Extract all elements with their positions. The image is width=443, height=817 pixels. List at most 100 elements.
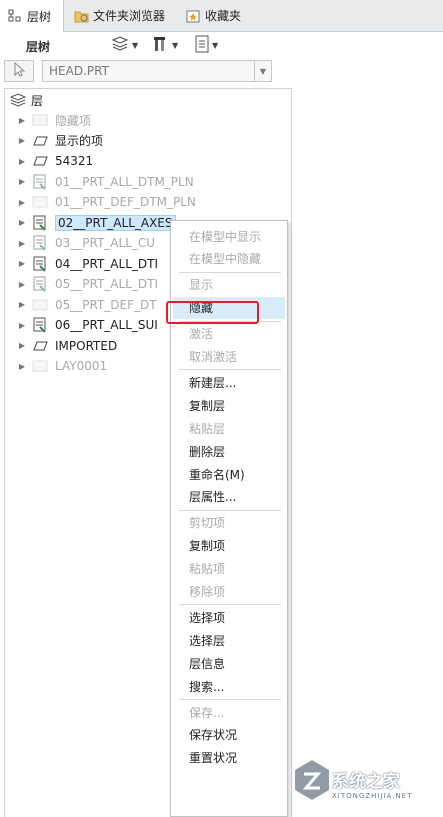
chevron-down-icon: ▼ <box>254 61 271 81</box>
context-menu-item[interactable]: 新建层... <box>173 371 285 393</box>
context-menu-item[interactable]: 保存... <box>173 701 285 723</box>
layer-row-label: 05__PRT_DEF_DT <box>55 297 157 312</box>
context-menu-item[interactable]: 删除层 <box>173 440 285 462</box>
expand-arrow-icon[interactable]: ▶ <box>17 239 27 248</box>
layer-row-label: 04__PRT_ALL_DTI <box>55 256 158 271</box>
context-menu-item[interactable]: 在模型中显示 <box>173 225 285 247</box>
layer-row[interactable]: ▶ 03__PRT_ALL_CU <box>17 233 155 253</box>
context-menu-item[interactable]: 层信息 <box>173 652 285 674</box>
context-menu-item[interactable]: 选择项 <box>173 606 285 628</box>
layer-row-label: 02__PRT_ALL_AXES <box>55 214 176 231</box>
layer-row[interactable]: ▶ 54321 <box>17 151 93 171</box>
layer-row-label: 01__PRT_ALL_DTM_PLN <box>55 174 194 189</box>
settings-list-icon <box>194 35 210 56</box>
context-menu-item[interactable]: 保存状况 <box>173 724 285 746</box>
tab-layer-tree[interactable]: 层树 <box>0 0 64 32</box>
expand-arrow-icon[interactable]: ▶ <box>17 116 27 125</box>
expand-arrow-icon[interactable]: ▶ <box>17 136 27 145</box>
tab-folder-browser[interactable]: 文件夹浏览器 <box>66 0 174 31</box>
chevron-down-icon: ▼ <box>212 40 219 50</box>
tab-label: 层树 <box>27 9 52 24</box>
layer-row-label: 06__PRT_ALL_SUI <box>55 318 158 332</box>
expand-arrow-icon[interactable]: ▶ <box>17 280 27 289</box>
layer-rule-icon <box>31 174 49 190</box>
context-menu-item[interactable]: 复制层 <box>173 394 285 416</box>
layer-flat-icon <box>31 339 49 353</box>
context-menu-item[interactable]: 层属性... <box>173 486 285 508</box>
layer-row[interactable]: ▶ 06__PRT_ALL_SUI <box>17 315 158 335</box>
context-menu-item[interactable]: 粘贴层 <box>173 417 285 439</box>
layer-gray-icon <box>31 195 49 209</box>
expand-arrow-icon[interactable]: ▶ <box>17 157 27 166</box>
layers-stack-icon <box>9 93 27 107</box>
toolbar-title: 层树 <box>26 40 51 54</box>
tools-menu-icon <box>152 35 170 56</box>
layers-menu-button[interactable]: ▼ <box>110 35 138 54</box>
layer-tree-icon <box>8 9 22 23</box>
expand-arrow-icon[interactable]: ▶ <box>17 218 27 227</box>
context-menu-item[interactable]: 取消激活 <box>173 346 285 368</box>
watermark-subtext: XITONGZHIJIA.NET <box>332 792 413 800</box>
layer-row-label: 54321 <box>55 154 94 168</box>
menu-separator <box>179 699 281 700</box>
highlight-annotation-box <box>166 301 259 324</box>
tab-label: 收藏夹 <box>205 9 242 23</box>
layer-rule-icon <box>31 317 49 333</box>
expand-arrow-icon[interactable]: ▶ <box>17 177 27 186</box>
context-menu-item[interactable]: 显示 <box>173 274 285 296</box>
expand-arrow-icon[interactable]: ▶ <box>17 259 27 268</box>
layer-flat-icon <box>31 134 49 148</box>
settings-menu-button[interactable]: ▼ <box>194 35 219 56</box>
watermark: 系统之家 XITONGZHIJIA.NET <box>292 752 440 812</box>
expand-arrow-icon[interactable]: ▶ <box>17 341 27 350</box>
layer-rule-icon <box>31 256 49 272</box>
layer-toolbar: 层树 ▼ ▼ ▼ <box>0 32 296 58</box>
menu-separator <box>179 271 281 273</box>
context-menu-item[interactable]: 移除项 <box>173 581 285 603</box>
expand-arrow-icon[interactable]: ▶ <box>17 362 27 371</box>
context-menu-item[interactable]: 搜索... <box>173 675 285 697</box>
layer-row[interactable]: ▶ LAY0001 <box>17 356 107 376</box>
layer-row-label: 显示的项 <box>55 134 104 148</box>
tree-root-label: 层 <box>31 93 44 108</box>
context-menu-item[interactable]: 在模型中隐藏 <box>173 248 285 270</box>
layer-gray-icon <box>31 298 49 312</box>
menu-separator <box>179 509 281 511</box>
layer-row[interactable]: ▶ 01__PRT_ALL_DTM_PLN <box>17 172 194 192</box>
layer-flat-icon <box>31 154 49 168</box>
model-select-dropdown[interactable]: HEAD.PRT ▼ <box>42 60 272 82</box>
layer-row[interactable]: ▶ 05__PRT_ALL_DTI <box>17 274 158 294</box>
layer-rule-icon <box>31 276 49 292</box>
expand-arrow-icon[interactable]: ▶ <box>17 198 27 207</box>
favorites-icon <box>186 9 200 23</box>
select-mode-button[interactable] <box>4 60 34 82</box>
context-menu-item[interactable]: 重命名(M) <box>173 463 285 485</box>
chevron-down-icon: ▼ <box>172 40 179 50</box>
layer-row[interactable]: ▶ 显示的项 <box>17 131 103 151</box>
expand-arrow-icon[interactable]: ▶ <box>17 300 27 309</box>
tools-menu-button[interactable]: ▼ <box>152 36 178 54</box>
context-menu-item[interactable]: 复制项 <box>173 535 285 557</box>
layer-row-label: IMPORTED <box>55 338 118 353</box>
context-menu-item[interactable]: 粘贴项 <box>173 558 285 580</box>
tab-favorites[interactable]: 收藏夹 <box>178 0 250 31</box>
context-menu-item[interactable]: 重置状况 <box>173 747 285 769</box>
layer-gray-icon <box>31 359 49 373</box>
context-menu-item[interactable]: 剪切项 <box>173 512 285 534</box>
context-menu-item[interactable]: 选择层 <box>173 629 285 651</box>
layer-row[interactable]: ▶ 05__PRT_DEF_DT <box>17 295 157 315</box>
layer-gray-icon <box>31 113 49 127</box>
model-name: HEAD.PRT <box>49 64 109 78</box>
layer-row[interactable]: ▶ 01__PRT_DEF_DTM_PLN <box>17 192 196 212</box>
context-menu-item[interactable]: 激活 <box>173 323 285 345</box>
watermark-text: 系统之家 <box>332 772 400 792</box>
layer-row-label: 05__PRT_ALL_DTI <box>55 277 158 291</box>
folder-browser-icon <box>74 9 89 23</box>
layer-row[interactable]: ▶ 隐藏项 <box>17 110 91 130</box>
expand-arrow-icon[interactable]: ▶ <box>17 321 27 330</box>
layer-row[interactable]: ▶ 04__PRT_ALL_DTI <box>17 254 158 274</box>
layer-row[interactable]: ▶ 02__PRT_ALL_AXES <box>17 213 176 233</box>
watermark-logo-icon <box>295 760 329 800</box>
tree-root[interactable]: 层 <box>9 90 43 110</box>
layer-row[interactable]: ▶ IMPORTED <box>17 336 117 356</box>
